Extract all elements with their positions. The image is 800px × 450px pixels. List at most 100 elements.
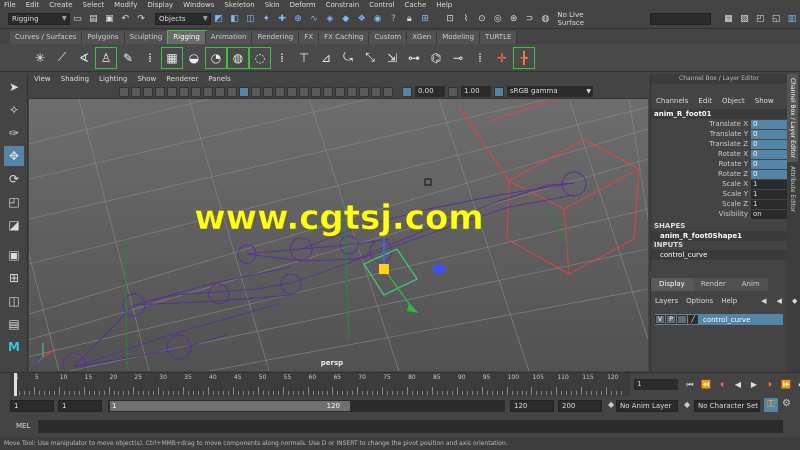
playback-end-field[interactable]: 120 — [510, 400, 554, 412]
bind-skin-icon[interactable]: ♙ — [95, 46, 117, 69]
step-forward-frame-icon[interactable]: ⏵ — [763, 378, 777, 392]
select-object-icon[interactable]: ◧ — [228, 12, 242, 26]
command-input-field[interactable] — [38, 420, 783, 433]
shelf-tab-turtle[interactable]: TURTLE — [480, 30, 518, 44]
go-to-end-icon[interactable]: ⏭ — [795, 378, 800, 392]
grid-toggle-icon[interactable] — [167, 86, 177, 97]
snap-curve-icon[interactable]: ⌇ — [459, 12, 473, 26]
menu-file[interactable]: File — [0, 0, 21, 10]
select-dynamics-icon[interactable]: ❖ — [355, 12, 369, 26]
viewport-menu-shading[interactable]: Shading — [56, 74, 94, 85]
gate-mask-icon[interactable] — [203, 86, 213, 97]
sculpt-deformer-icon[interactable]: ◌ — [249, 46, 271, 69]
select-misc-icon[interactable]: ? — [386, 12, 400, 26]
last-tool-icon[interactable]: ◪ — [4, 215, 24, 235]
attribute-value-field[interactable]: 0 — [751, 129, 787, 139]
shelf-tab-sculpting[interactable]: Sculpting — [124, 30, 169, 44]
attribute-row[interactable]: Scale Z1 — [651, 199, 787, 209]
select-rendering-icon[interactable]: ◉ — [371, 12, 385, 26]
menu-constrain[interactable]: Constrain — [321, 0, 365, 10]
colorspace-dropdown[interactable]: sRGB gamma ▼ — [507, 86, 593, 97]
shelf-tab-fx[interactable]: FX — [299, 30, 320, 44]
viewport-menu-panels[interactable]: Panels — [203, 74, 236, 85]
select-surfaces-icon[interactable]: ◈ — [323, 12, 337, 26]
resolution-gate-icon[interactable] — [191, 86, 201, 97]
move-tool-icon[interactable]: ✥ — [4, 146, 24, 166]
play-backwards-icon[interactable]: ◀ — [731, 378, 745, 392]
safe-action-icon[interactable] — [227, 86, 237, 97]
layers-menu[interactable]: Layers — [651, 297, 682, 305]
attribute-value-field[interactable]: 1 — [751, 179, 787, 189]
toggle-sidebar-icon[interactable]: ▥ — [785, 12, 799, 26]
rotate-tool-icon[interactable]: ⟳ — [4, 169, 24, 189]
create-joints-icon[interactable]: ✳ — [30, 48, 50, 68]
lasso-tool-icon[interactable]: ✧ — [4, 100, 24, 120]
shape-node-name[interactable]: anim_R_foot0Shape1 — [651, 231, 787, 241]
point-constraint-icon[interactable]: ⊤ — [294, 48, 314, 68]
bend-icon[interactable]: ◔ — [205, 46, 227, 69]
current-time-marker[interactable] — [14, 373, 17, 397]
move-layer-down-icon[interactable]: ◀ — [773, 294, 786, 308]
attribute-value-field[interactable]: on — [751, 209, 787, 219]
wireframe-icon[interactable] — [239, 86, 249, 97]
camera-select-icon[interactable] — [119, 86, 129, 97]
menu-skeleton[interactable]: Skeleton — [219, 0, 259, 10]
snap-point-icon[interactable]: ⊙ — [475, 12, 489, 26]
shelf-tab-polygons[interactable]: Polygons — [82, 30, 125, 44]
attribute-row[interactable]: Visibility on — [651, 209, 787, 219]
ik-handle-icon[interactable]: ⟋ — [52, 48, 72, 68]
hypershade-icon[interactable]: ◱ — [769, 12, 783, 26]
layer-color-swatch[interactable]: ╱ — [688, 315, 698, 324]
xray-joints-icon[interactable] — [371, 86, 381, 97]
geometry-constraint-icon[interactable]: ⌬ — [426, 48, 446, 68]
menu-select[interactable]: Select — [78, 0, 110, 10]
new-empty-layer-icon[interactable]: ◆ — [788, 294, 800, 308]
anti-aliasing-icon[interactable] — [335, 86, 345, 97]
lock-selection-icon[interactable]: 🔒︎ — [402, 12, 416, 26]
two-pane-layout-icon[interactable]: ◫ — [4, 291, 24, 311]
xray-icon[interactable] — [359, 86, 369, 97]
time-slider-track[interactable]: 1510152025303540455055606570758085909510… — [10, 373, 630, 397]
magnet-icon[interactable]: ⊃ — [523, 12, 537, 26]
shelf-tab-rendering[interactable]: Rendering — [252, 30, 300, 44]
range-slider-bar[interactable]: 1 120 — [110, 401, 350, 411]
shelf-tab-rigging[interactable]: Rigging — [167, 29, 207, 45]
attribute-row[interactable]: Scale X1 — [651, 179, 787, 189]
tab-display[interactable]: Display — [651, 278, 693, 291]
cluster-icon[interactable]: ◒ — [184, 48, 204, 68]
snap-live-icon[interactable]: ⊛ — [507, 12, 521, 26]
select-deformers-icon[interactable]: ◆ — [339, 12, 353, 26]
menu-display[interactable]: Display — [142, 0, 178, 10]
render-settings-icon[interactable]: ◰ — [753, 12, 767, 26]
perspective-viewport[interactable]: www.cgtsj.com persp — [29, 99, 648, 371]
attribute-value-field[interactable]: 0 — [751, 149, 787, 159]
aim-constraint-icon[interactable]: ⊿ — [316, 48, 336, 68]
scale-constraint-icon[interactable]: ⤡ — [360, 48, 380, 68]
ambient-occlusion-icon[interactable] — [311, 86, 321, 97]
input-node-name[interactable]: control_curve — [651, 250, 787, 260]
gamma-field[interactable]: 1.00 — [461, 86, 491, 97]
highlight-selection-icon[interactable]: ⊞ — [418, 12, 432, 26]
select-handles-icon[interactable]: ✚ — [275, 12, 289, 26]
snap-grid-icon[interactable]: ⊡ — [443, 12, 457, 26]
camera-attributes-icon[interactable] — [131, 86, 141, 97]
wireframe-on-shaded-icon[interactable] — [263, 86, 273, 97]
select-tool-icon[interactable]: ➤ — [4, 77, 24, 97]
selection-mode-dropdown[interactable]: Objects ▼ — [155, 13, 211, 25]
create-locator-icon[interactable]: ✛ — [492, 48, 512, 68]
attribute-row[interactable]: Rotate X0 — [651, 149, 787, 159]
attribute-value-field[interactable]: 0 — [751, 139, 787, 149]
attribute-row[interactable]: Scale Y1 — [651, 189, 787, 199]
select-component-icon[interactable]: ◫ — [243, 12, 257, 26]
playback-start-field[interactable]: 1 — [58, 400, 102, 412]
scale-tool-icon[interactable]: ◰ — [4, 192, 24, 212]
menu-windows[interactable]: Windows — [178, 0, 219, 10]
attribute-value-field[interactable]: 0 — [751, 119, 787, 129]
snap-view-plane-icon[interactable]: ◎ — [491, 12, 505, 26]
smooth-shade-icon[interactable] — [251, 86, 261, 97]
preferences-icon[interactable]: ⚙ — [782, 398, 791, 409]
menu-control[interactable]: Control — [364, 0, 399, 10]
attribute-value-field[interactable]: 1 — [751, 199, 787, 209]
attribute-row[interactable]: Translate Y0 — [651, 129, 787, 139]
attribute-row[interactable]: Translate X0 — [651, 119, 787, 129]
